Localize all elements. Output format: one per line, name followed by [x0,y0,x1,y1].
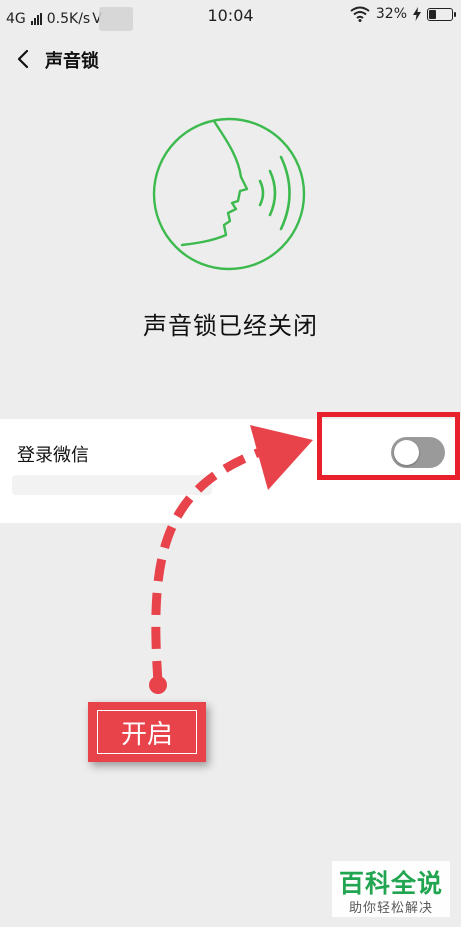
battery-icon [427,7,456,21]
setting-label: 登录微信 [17,445,89,466]
highlight-box [317,412,460,480]
page-title: 声音锁 [45,51,99,72]
watermark: 百科全说 助你轻松解决 [332,861,450,917]
back-button[interactable] [8,44,38,74]
wifi-icon [350,6,370,22]
watermark-main: 百科全说 [338,869,443,898]
watermark-sub: 助你轻松解决 [348,901,433,916]
nav-bar: 声音锁 [0,32,461,86]
chevron-left-icon [17,49,29,69]
battery-fill [429,9,436,19]
battery-percent: 32% [375,6,407,22]
arrow-tail-dot [149,676,167,694]
status-right: 32% [350,6,456,22]
callout-label: 开启 [88,702,206,762]
status-bar: 4G 0.5K/s V 10:04 32% [0,0,461,32]
voice-face-icon [152,117,306,271]
callout-text: 开启 [97,710,197,754]
charging-icon [413,7,421,21]
voice-lock-status: 声音锁已经关闭 [143,312,318,340]
blurred-subtitle [12,475,212,495]
